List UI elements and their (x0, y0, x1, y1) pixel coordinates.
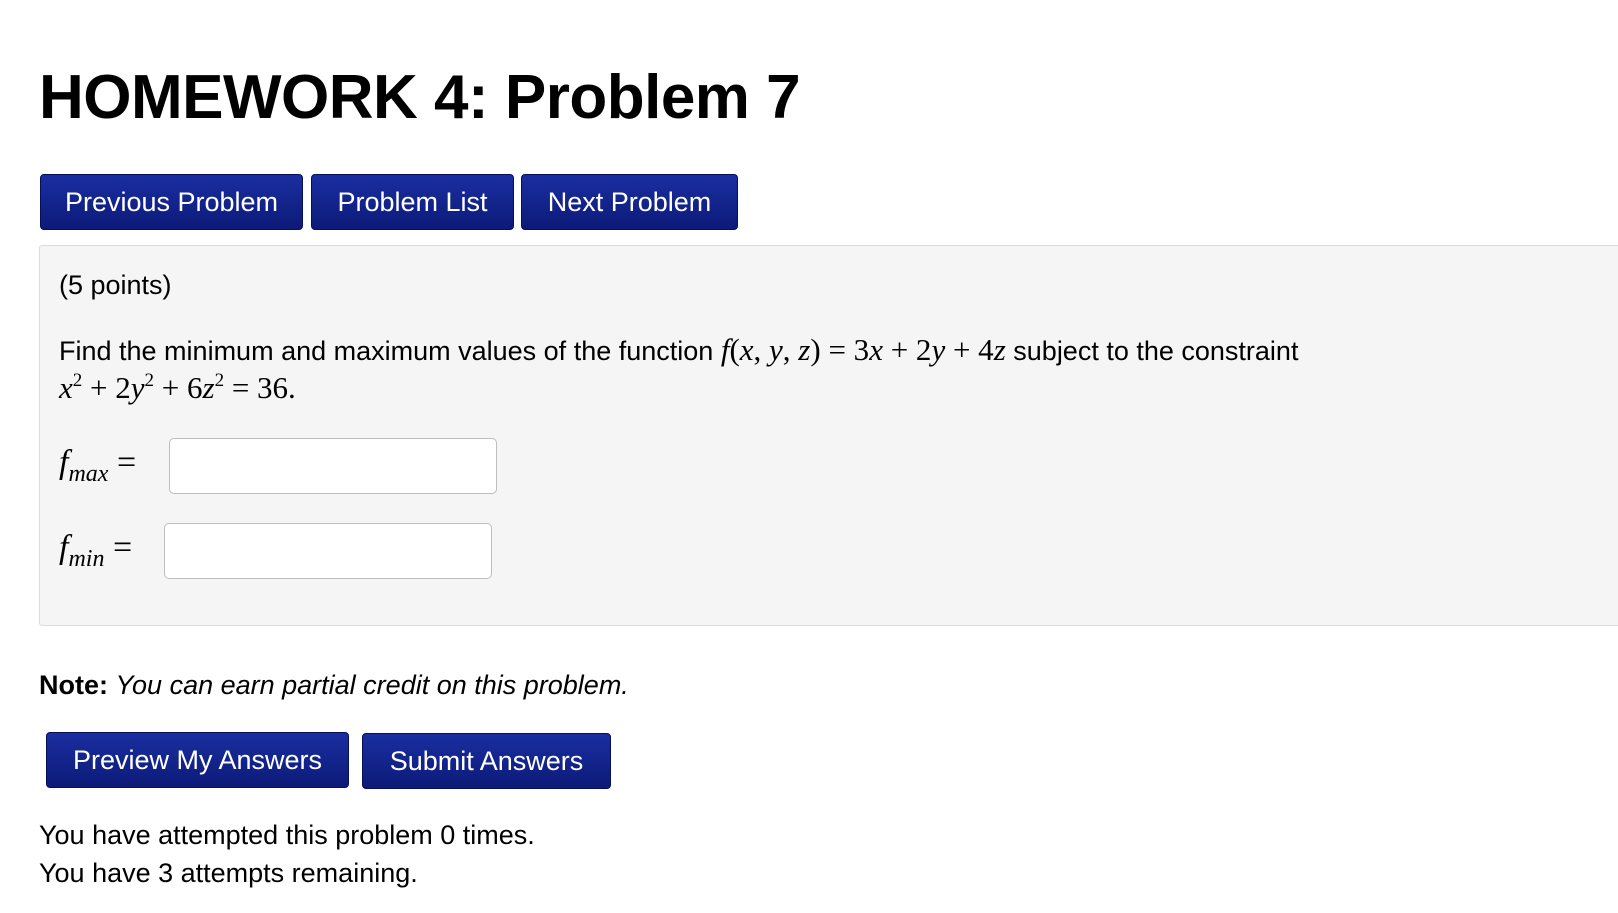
statement-suffix: subject to the constraint (1013, 336, 1299, 366)
attempts-count: You have attempted this problem 0 times. (39, 820, 535, 850)
next-problem-button[interactable]: Next Problem (521, 174, 738, 230)
fmax-label: fmax = (59, 444, 137, 487)
preview-answers-button[interactable]: Preview My Answers (46, 732, 349, 788)
fmin-label: fmin = (59, 529, 133, 572)
problem-panel: (5 points) Find the minimum and maximum … (39, 245, 1618, 626)
page: HOMEWORK 4: Problem 7 Previous Problem P… (0, 0, 1618, 913)
constraint-expression: x2 + 2y2 + 6z2 = 36. (59, 370, 296, 405)
note-text: You can earn partial credit on this prob… (115, 670, 629, 700)
previous-problem-button[interactable]: Previous Problem (40, 174, 303, 230)
note-label: Note: (39, 670, 108, 700)
statement-prefix: Find the minimum and maximum values of t… (59, 336, 714, 366)
fmin-input[interactable] (164, 523, 492, 579)
fmax-input[interactable] (169, 438, 497, 494)
function-expression: f(x, y, z) = 3x + 2y + 4z (720, 332, 1006, 367)
partial-credit-note: Note: You can earn partial credit on thi… (39, 670, 629, 701)
page-title: HOMEWORK 4: Problem 7 (39, 63, 801, 132)
problem-list-button[interactable]: Problem List (311, 174, 514, 230)
submit-answers-button[interactable]: Submit Answers (362, 733, 611, 789)
problem-statement: Find the minimum and maximum values of t… (59, 332, 1298, 368)
problem-points: (5 points) (59, 270, 172, 300)
attempts-remaining: You have 3 attempts remaining. (39, 858, 418, 888)
